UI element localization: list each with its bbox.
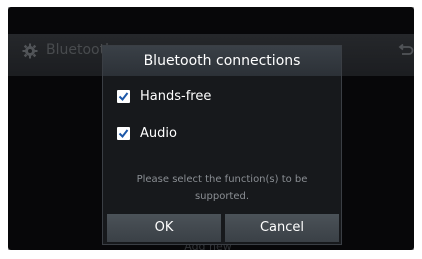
option-hands-free[interactable]: Hands-free [117,86,211,106]
audio-label: Audio [140,125,177,141]
hands-free-checkbox[interactable] [117,89,130,103]
audio-checkbox[interactable] [117,126,130,140]
cancel-button[interactable]: Cancel [225,214,339,242]
info-text-line-1: Please select the function(s) to be [136,174,308,185]
hands-free-label: Hands-free [140,88,212,104]
screen: Bluetooth Add new Bluetooth connections … [0,0,422,259]
ok-button[interactable]: OK [107,214,221,242]
dialog-title: Bluetooth connections [103,46,341,76]
check-icon [118,128,129,138]
check-icon [118,91,129,101]
info-text-line-2: supported. [194,191,250,202]
option-audio[interactable]: Audio [117,123,177,143]
bluetooth-connections-dialog: Bluetooth connections Hands-free Audio P… [102,45,342,245]
info-text: Please select the function(s) to be supp… [113,171,331,205]
